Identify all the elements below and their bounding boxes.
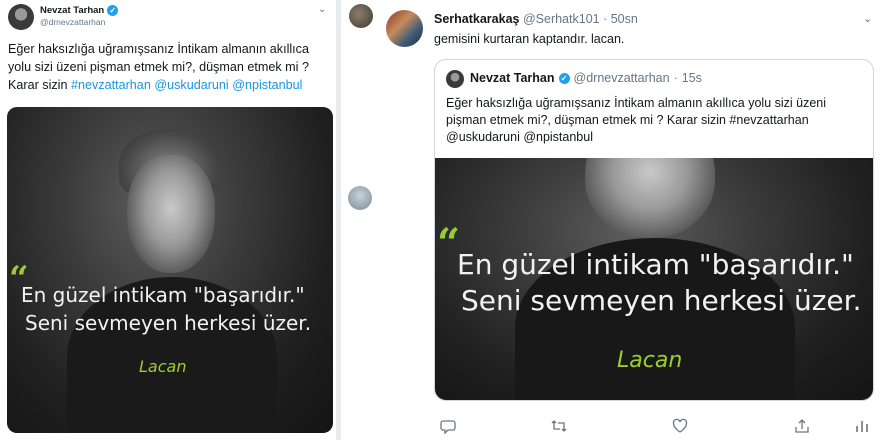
portrait-face (127, 155, 215, 273)
chevron-down-icon[interactable]: ⌄ (863, 12, 872, 25)
verified-badge-icon: ✓ (107, 5, 119, 16)
hashtag-mentions-links[interactable]: #nevzattarhan @uskudaruni @npistanbul (71, 78, 302, 92)
portrait-face (585, 158, 715, 238)
author-handle[interactable]: @Serhatk101 (523, 12, 600, 26)
author-handle[interactable]: @drnevzattarhan (40, 17, 105, 27)
quoted-tweet-card[interactable]: Nevzat Tarhan ✓ @drnevzattarhan · 15s Eğ… (434, 59, 874, 401)
quote-author: Lacan (139, 357, 187, 376)
retweet-icon[interactable] (550, 418, 568, 437)
tweet-text-line: Karar sizin #nevzattarhan @uskudaruni @n… (8, 76, 328, 94)
tweet-time[interactable]: 50sn (611, 12, 638, 26)
chevron-down-icon[interactable]: ⌄ (318, 4, 326, 15)
tweet-actions (434, 418, 874, 438)
quote-line-1: En güzel intikam "başarıdır." (457, 248, 854, 281)
quoted-text-line: Eğer haksızlığa uğramışsanız İntikam alm… (446, 96, 827, 110)
author-name-row[interactable]: Nevzat Tarhan ✓ (40, 5, 119, 16)
author-avatar[interactable] (8, 4, 34, 30)
author-name[interactable]: Serhatkarakaş (434, 12, 519, 26)
quoted-text-line: @uskudaruni @npistanbul (446, 130, 593, 144)
quoted-tweet-time: 15s (681, 71, 702, 85)
user-avatar[interactable] (349, 4, 373, 28)
quoted-author-handle: @drnevzattarhan (573, 71, 670, 85)
reply-icon[interactable] (440, 418, 456, 437)
tweet-text-line: yolu sizi üzeni pişman etmek mi?, düşman… (8, 60, 309, 74)
analytics-icon[interactable] (854, 418, 870, 437)
share-icon[interactable] (794, 418, 810, 437)
tweet-text-fragment: Karar sizin (8, 78, 71, 92)
quoted-author-name: Nevzat Tarhan (470, 71, 555, 85)
quoted-tweet-header: Nevzat Tarhan ✓ @drnevzattarhan · 15s (470, 71, 702, 85)
tweet-text: Eğer haksızlığa uğramışsanız İntikam alm… (8, 40, 328, 94)
verified-badge-icon: ✓ (558, 72, 570, 84)
quoted-author-avatar (446, 70, 464, 88)
left-tweet: Nevzat Tarhan ✓ @drnevzattarhan ⌄ Eğer h… (0, 0, 336, 440)
reply-avatar[interactable] (348, 186, 372, 210)
quote-line-2: Seni sevmeyen herkesi üzer. (25, 311, 312, 335)
author-name[interactable]: Nevzat Tarhan (40, 5, 104, 16)
author-avatar[interactable] (386, 10, 423, 47)
quoted-text-line: pişman etmek mi?, düşman etmek mi ? Kara… (446, 113, 809, 127)
quote-author: Lacan (617, 348, 683, 373)
right-tweet: Serhatkarakaş @Serhatk101 · 50sn ⌄ gemis… (340, 0, 880, 440)
tweet-header: Serhatkarakaş @Serhatk101 · 50sn (434, 12, 638, 26)
tweet-text: gemisini kurtaran kaptandır. lacan. (434, 32, 625, 46)
tweet-text-line: Eğer haksızlığa uğramışsanız İntikam alm… (8, 42, 309, 56)
quote-line-1: En güzel intikam "başarıdır." (21, 283, 305, 307)
separator-dot: · (673, 71, 678, 85)
like-icon[interactable] (672, 418, 688, 437)
quoted-tweet-text: Eğer haksızlığa uğramışsanız İntikam alm… (446, 95, 866, 146)
tweet-image[interactable]: “ En güzel intikam "başarıdır." Seni sev… (7, 107, 333, 433)
quote-line-2: Seni sevmeyen herkesi üzer. (461, 284, 862, 317)
separator-dot: · (603, 12, 608, 26)
quoted-tweet-image: “ En güzel intikam "başarıdır." Seni sev… (435, 158, 873, 400)
